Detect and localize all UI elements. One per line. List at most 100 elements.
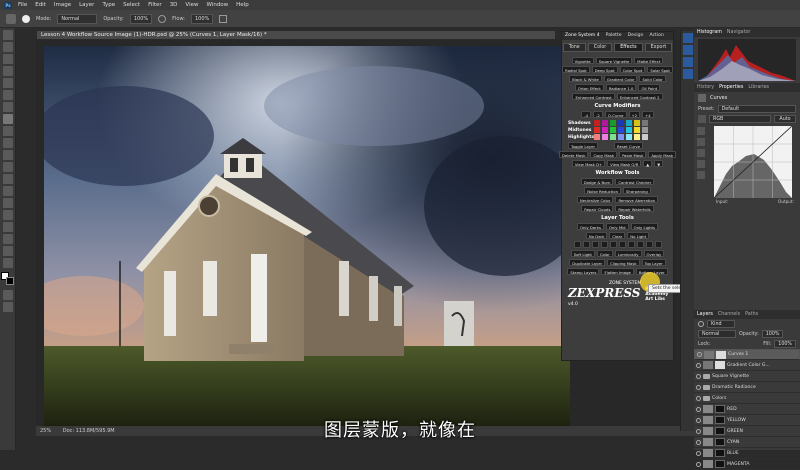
menu-help[interactable]: Help [236, 2, 249, 8]
repair-clouds-button[interactable]: Repair Clouds [581, 205, 614, 212]
marquee-tool-icon[interactable] [3, 42, 13, 52]
tab-color[interactable]: Color [587, 43, 613, 52]
curves-graph[interactable] [713, 125, 793, 199]
quick-select-tool-icon[interactable] [3, 66, 13, 76]
only-mid-button[interactable]: Only Mid [605, 223, 629, 230]
menu-window[interactable]: Window [206, 2, 228, 8]
layer-row[interactable]: Curves 1 [694, 349, 800, 360]
arrow-down-icon[interactable]: ▼ [654, 160, 664, 167]
oil-paint-button[interactable]: Oil Paint [638, 84, 661, 91]
menu-3d[interactable]: 3D [170, 2, 178, 8]
gradient-color-button[interactable]: Gradient Color [603, 75, 638, 82]
swatch-magenta[interactable] [602, 120, 608, 126]
view-mask-or-button[interactable]: View Mask O/R [607, 160, 642, 167]
layer-row[interactable]: Dramatic Radiance [694, 382, 800, 393]
soft-light-button[interactable]: Soft Light [570, 250, 595, 257]
channel-select[interactable]: RGB [709, 115, 771, 123]
copy-mask-button[interactable]: Copy Mask [590, 151, 618, 158]
mode-select[interactable]: Normal [57, 13, 98, 24]
shape-tool-icon[interactable] [3, 234, 13, 244]
type-tool-icon[interactable] [3, 210, 13, 220]
opacity-30-button[interactable] [591, 241, 599, 248]
eyedropper-white-icon[interactable] [697, 149, 705, 157]
apply-mask-button[interactable]: Apply Mask [648, 151, 677, 158]
path-select-tool-icon[interactable] [3, 222, 13, 232]
no-light-button[interactable]: No Light [627, 232, 650, 239]
visibility-eye-icon[interactable] [696, 406, 701, 412]
radial-spot-button[interactable]: Radial Spot [562, 66, 590, 73]
visibility-eye-icon[interactable] [696, 384, 701, 390]
visibility-eye-icon[interactable] [696, 461, 701, 467]
visibility-eye-icon[interactable] [696, 373, 701, 379]
menu-edit[interactable]: Edit [35, 2, 46, 8]
eraser-tool-icon[interactable] [3, 150, 13, 160]
quick-mask-icon[interactable] [3, 290, 13, 300]
swatch-yellow[interactable] [634, 134, 640, 140]
curve-minus4-button[interactable]: -4 [581, 111, 592, 118]
auto-button[interactable]: Auto [774, 115, 796, 123]
opacity-70-button[interactable] [627, 241, 635, 248]
visibility-eye-icon[interactable] [696, 450, 701, 456]
opacity-field[interactable]: 100% [129, 13, 153, 24]
flow-field[interactable]: 100% [191, 13, 214, 24]
menu-layer[interactable]: Layer [79, 2, 94, 8]
square-vignette-button[interactable]: Square Vignette [595, 57, 633, 64]
swatch-cyan[interactable] [626, 134, 632, 140]
eyedropper-black-icon[interactable] [697, 127, 705, 135]
opacity-50-button[interactable] [609, 241, 617, 248]
swatch-blue[interactable] [618, 134, 624, 140]
clear-button[interactable]: Clear [609, 232, 626, 239]
tab-history[interactable]: History [697, 85, 714, 90]
tab-channels[interactable]: Channels [718, 312, 740, 317]
screen-mode-icon[interactable] [3, 302, 13, 312]
opacity-10-button[interactable] [573, 241, 581, 248]
history-brush-tool-icon[interactable] [3, 138, 13, 148]
canvas-photo[interactable] [44, 46, 570, 426]
layer-opacity-field[interactable]: 100% [761, 330, 784, 338]
sharpening-button[interactable]: Sharpening [623, 187, 651, 194]
brush-tool-icon[interactable] [3, 114, 13, 124]
pressure-opacity-icon[interactable] [158, 14, 167, 23]
flatten-image-button[interactable]: Flatten Image [601, 268, 634, 275]
pen-tool-icon[interactable] [3, 198, 13, 208]
noise-reduction-button[interactable]: Noise Reduction [584, 187, 621, 194]
neutralize-color-button[interactable]: Neutralize Color [576, 196, 614, 203]
opacity-90-button[interactable] [645, 241, 653, 248]
opacity-60-button[interactable] [618, 241, 626, 248]
brush-size-icon[interactable] [22, 14, 30, 23]
zone-tab-palette[interactable]: Palette [606, 32, 622, 40]
luminosity-button[interactable]: Luminosity [614, 250, 642, 257]
swatch-yellow[interactable] [634, 120, 640, 126]
dodge-burn-button[interactable]: Dodge & Burn [580, 178, 614, 185]
zone-palette-icon[interactable] [683, 45, 693, 55]
layer-fill-field[interactable]: 100% [774, 340, 796, 348]
crop-tool-icon[interactable] [3, 78, 13, 88]
brush-tool-icon[interactable] [6, 13, 16, 24]
swatch-green[interactable] [610, 134, 616, 140]
tab-layers[interactable]: Layers [697, 312, 713, 317]
layer-filter-select[interactable]: Kind [707, 320, 735, 328]
tab-paths[interactable]: Paths [745, 312, 758, 317]
repair-waterfalls-button[interactable]: Repair Waterfalls [615, 205, 654, 212]
menu-file[interactable]: File [18, 2, 27, 8]
zone-design-icon[interactable] [683, 57, 693, 67]
hand-tool-icon[interactable] [3, 246, 13, 256]
layer-mask-thumb[interactable] [715, 449, 725, 457]
layer-mask-thumb[interactable] [715, 460, 725, 468]
deep-spot-button[interactable]: Deep Spot [591, 66, 618, 73]
swatch-blue[interactable] [618, 120, 624, 126]
no-dark-button[interactable]: No Dark [585, 232, 608, 239]
hand-icon[interactable] [698, 115, 706, 123]
background-color-swatch[interactable] [6, 277, 14, 285]
swatch-cyan[interactable] [626, 127, 632, 133]
menu-type[interactable]: Type [102, 2, 115, 8]
zone-action-icon[interactable] [683, 69, 693, 79]
paste-mask-button[interactable]: Paste Mask [619, 151, 647, 158]
layer-row[interactable]: Square Vignette [694, 371, 800, 382]
solar-spot-button[interactable]: Solar Spot [647, 66, 673, 73]
opacity-80-button[interactable] [636, 241, 644, 248]
blend-mode-select[interactable]: Normal [698, 330, 736, 338]
eyedropper-tool-icon[interactable] [3, 90, 13, 100]
eyedropper-gray-icon[interactable] [697, 138, 705, 146]
layer-mask-thumb[interactable] [715, 405, 725, 413]
